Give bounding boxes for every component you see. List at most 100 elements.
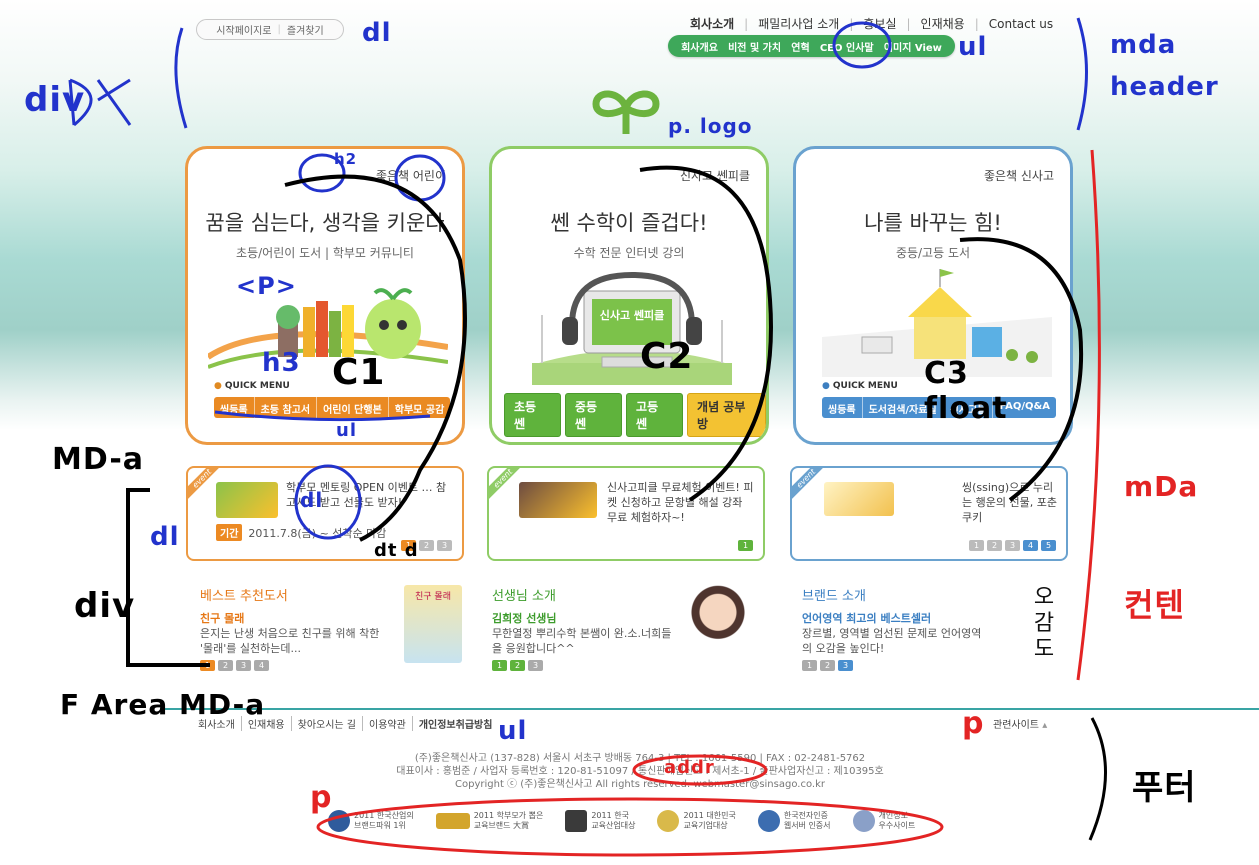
pager-button[interactable]: 3 xyxy=(838,660,853,671)
award-item[interactable]: 2011 한국산업의 브랜드파워 1위 xyxy=(328,810,414,832)
pager-button[interactable]: 1 xyxy=(969,540,984,551)
award-line: 2011 대한민국 xyxy=(683,811,736,820)
subnav-history[interactable]: 연혁 xyxy=(791,39,809,54)
computer-headphones-illustration xyxy=(532,271,732,385)
company-address: (주)좋은책신사고 (137-828) 서울시 서초구 방배동 764-3 | … xyxy=(300,752,980,791)
util-separator: | xyxy=(277,24,281,35)
pager-button[interactable]: 2 xyxy=(419,540,434,551)
pager-button[interactable]: 3 xyxy=(437,540,452,551)
note-p-related: p xyxy=(962,706,985,741)
level-button[interactable]: 고등 쎈 xyxy=(626,393,684,437)
bookmark-link[interactable]: 즐겨찾기 xyxy=(287,22,324,37)
quick-menu-item[interactable]: 씽등록 xyxy=(822,397,863,418)
subnav-overview[interactable]: 회사개요 xyxy=(681,39,718,54)
event-text: 씽(ssing)으로 누리는 행운의 선물, 포춘쿠키 xyxy=(962,481,1057,524)
related-sites-select[interactable]: 관련사이트 ▴ xyxy=(993,716,1047,731)
footer-link[interactable]: 개인정보취급방침 xyxy=(413,716,499,731)
pager-button[interactable]: 1 xyxy=(200,660,215,671)
best-books-section: 베스트 추천도서 친구 몰래 은지는 난생 처음으로 친구를 위해 착한 '몰래… xyxy=(200,585,470,675)
note-md-a: MD-a xyxy=(52,442,145,477)
note-h3: h3 xyxy=(262,348,301,378)
subnav-vision[interactable]: 비전 및 가치 xyxy=(728,39,781,54)
footer-link[interactable]: 이용약관 xyxy=(363,716,413,731)
pager-button[interactable]: 2 xyxy=(820,660,835,671)
nav-pr[interactable]: 홍보실 xyxy=(853,15,906,32)
pager-button[interactable]: 2 xyxy=(510,660,525,671)
award-item[interactable]: 한국전자인증 웹서버 인증서 xyxy=(757,810,831,832)
event-box-2[interactable]: event 신사고피클 무료체험 이벤트! 피켓 신청하고 문항별 해설 강좌 … xyxy=(487,466,765,561)
card-brand: 좋은책 신사고 xyxy=(983,169,1054,183)
event-box-3[interactable]: event 씽(ssing)으로 누리는 행운의 선물, 포춘쿠키 1 2 3 … xyxy=(790,466,1068,561)
note-contents: 컨텐 xyxy=(1124,586,1185,624)
nav-company[interactable]: 회사소개 xyxy=(680,15,744,32)
award-item[interactable]: 2011 학부모가 뽑은 교육브랜드 大賞 xyxy=(435,811,544,831)
event-thumbnail xyxy=(519,482,597,518)
copyright: Copyright ⓒ (주)좋은책신사고 All rights reserve… xyxy=(455,779,825,790)
brand-logo: 오감도 xyxy=(1033,585,1055,662)
pager-button[interactable]: 5 xyxy=(1041,540,1056,551)
award-line: 2011 한국 xyxy=(591,811,629,820)
note-dt-dd: dt d xyxy=(374,540,419,561)
award-line: 교육기업대상 xyxy=(683,821,728,830)
note-c1: C1 xyxy=(332,352,386,393)
card-subtitle: 중등/고등 도서 xyxy=(895,246,971,260)
pager-button[interactable]: 1 xyxy=(802,660,817,671)
note-p: <P> xyxy=(236,272,297,300)
pager-button[interactable]: 2 xyxy=(987,540,1002,551)
pager-button[interactable]: 3 xyxy=(236,660,251,671)
chevron-up-icon: ▴ xyxy=(1042,720,1048,731)
card-title: 나를 바꾸는 힘! xyxy=(864,211,1002,235)
pager-button[interactable]: 3 xyxy=(1005,540,1020,551)
subnav-ceo[interactable]: CEO 인사말 xyxy=(820,39,874,54)
level-button[interactable]: 개념 공부방 xyxy=(687,393,766,437)
event-text: 신사고피클 무료체험 이벤트! 피켓 신청하고 문항별 해설 강좌 무료 체험하… xyxy=(607,481,754,524)
start-page-link[interactable]: 시작페이지로 xyxy=(216,22,271,37)
quick-menu-label: QUICK MENU xyxy=(214,381,290,391)
award-item[interactable]: 2011 한국 교육산업대상 xyxy=(565,810,635,832)
period-label: 기간 xyxy=(216,524,243,541)
card-title: 꿈을 심는다, 생각을 키운다 xyxy=(205,211,445,235)
footer-link[interactable]: 찾아오시는 길 xyxy=(292,716,364,731)
nav-contact[interactable]: Contact us xyxy=(979,17,1063,31)
level-button[interactable]: 초등 쎈 xyxy=(504,393,562,437)
note-c2: C2 xyxy=(640,336,694,377)
note-dl-3: dl xyxy=(300,488,324,512)
book-cover[interactable]: 친구 몰래 xyxy=(404,585,462,663)
pager-button[interactable]: 4 xyxy=(254,660,269,671)
related-sites-label: 관련사이트 xyxy=(993,720,1039,731)
card-title: 쎈 수학이 즐겁다! xyxy=(550,211,708,235)
note-p-awards: p xyxy=(310,780,333,815)
note-mda: mDa xyxy=(1124,470,1199,503)
subnav-image[interactable]: 이미지 View xyxy=(884,39,942,54)
note-ul-3: ul xyxy=(498,716,528,746)
card-math: 신사고 쎈피클 쎈 수학이 즐겁다! 수학 전문 인터넷 강의 신사고 쎈피클 … xyxy=(489,146,769,445)
award-line: 교육산업대상 xyxy=(591,821,636,830)
utility-menu: 시작페이지로 | 즐겨찾기 xyxy=(196,19,344,40)
quick-menu-item[interactable]: 씽등록 xyxy=(214,397,255,418)
pager-button[interactable]: 1 xyxy=(492,660,507,671)
pager-button[interactable]: 4 xyxy=(1023,540,1038,551)
teacher-photo xyxy=(684,585,752,663)
event-box-1[interactable]: event 학부모 멘토링 OPEN 이벤트 … 참고서도 받고 선물도 받자!… xyxy=(186,466,464,561)
award-item[interactable]: 개인정보 우수사이트 xyxy=(852,810,915,832)
nav-family[interactable]: 패밀리사업 소개 xyxy=(748,15,849,32)
award-emblem-icon xyxy=(435,813,470,829)
quick-menu-item[interactable]: 초등 참고서 xyxy=(255,397,318,418)
pager-button[interactable]: 3 xyxy=(528,660,543,671)
card-subtitle: 초등/어린이 도서 | 학부모 커뮤니티 xyxy=(236,246,414,260)
address-line: 대표이사 : 홍범준 / 사업자 등록번호 : 120-81-51097 / 통… xyxy=(396,766,884,777)
teacher-section: 선생님 소개 김희정 선생님 무한열정 뿌리수학 본쌤이 완.소.너희들을 응원… xyxy=(492,585,762,675)
pager-button[interactable]: 1 xyxy=(738,540,753,551)
award-item[interactable]: 2011 대한민국 교육기업대상 xyxy=(657,810,736,832)
quick-menu-item[interactable]: 어린이 단행본 xyxy=(317,397,389,418)
book-desc: 은지는 난생 처음으로 친구를 위해 착한 '몰래'를 실천하는데... xyxy=(200,627,380,655)
award-line: 2011 학부모가 뽑은 xyxy=(473,811,544,820)
quick-menu-item[interactable]: 학부모 공감 xyxy=(389,397,450,418)
pager-button[interactable]: 2 xyxy=(218,660,233,671)
level-button[interactable]: 중등 쎈 xyxy=(565,393,623,437)
event-period: 기간 2011.7.8(금) ~ 선착순 마감 xyxy=(216,524,386,541)
award-emblem-icon xyxy=(657,810,680,832)
site-logo[interactable] xyxy=(590,86,662,138)
nav-recruit[interactable]: 인재채용 xyxy=(911,15,975,32)
award-line: 개인정보 xyxy=(878,811,908,820)
